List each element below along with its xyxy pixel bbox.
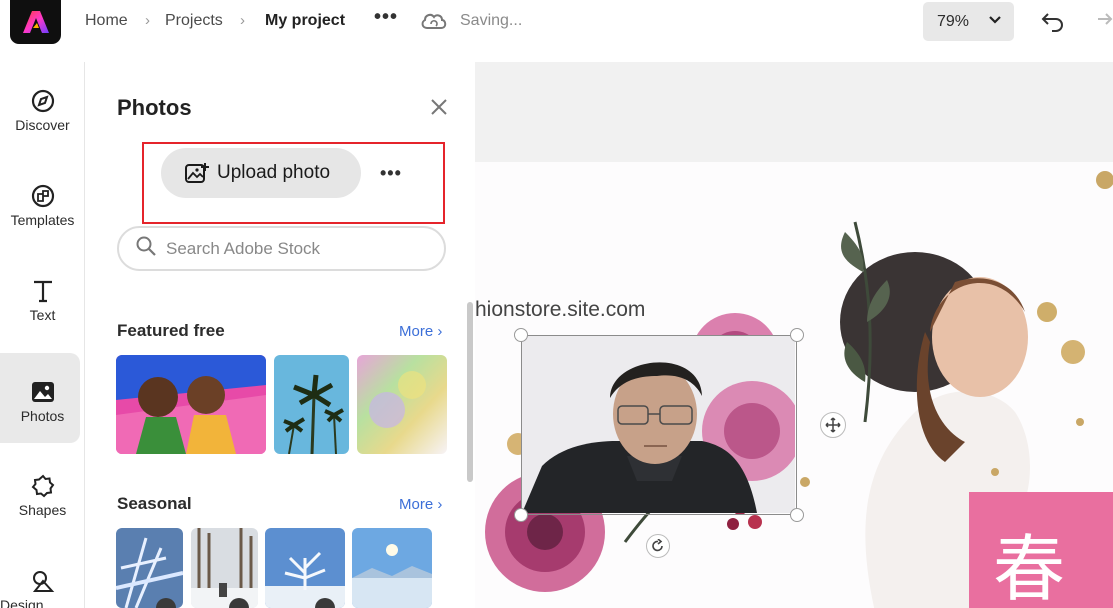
photo-thumbnail[interactable] (352, 528, 432, 608)
spring-character[interactable]: 春 (993, 510, 1065, 608)
seasonal-more-link[interactable]: More › (399, 496, 442, 513)
rail-item-photos[interactable]: Photos (0, 353, 85, 443)
photo-icon (31, 379, 55, 405)
upload-image-icon (185, 162, 209, 184)
design-page[interactable]: hionstore.site.com 春 (475, 162, 1113, 608)
person-photo (522, 336, 795, 513)
compass-icon (31, 88, 55, 114)
canvas-area: hionstore.site.com 春 (475, 62, 1113, 608)
search-icon (136, 236, 156, 261)
design-assets-icon (31, 568, 55, 594)
section-title-featured: Featured free (117, 321, 225, 340)
more-link-label: More (399, 496, 434, 513)
stock-search-field[interactable] (117, 226, 446, 271)
shapes-icon (31, 473, 55, 499)
rail-item-design-assets[interactable]: Design assets (0, 542, 85, 608)
rotate-icon[interactable] (646, 534, 670, 558)
search-input[interactable] (166, 238, 426, 259)
more-link-label: More (399, 323, 434, 340)
photo-thumbnail[interactable] (265, 528, 345, 608)
resize-handle[interactable] (514, 328, 528, 342)
rail-item-text[interactable]: Text (0, 252, 85, 342)
selected-photo[interactable] (521, 335, 797, 515)
text-icon (32, 278, 54, 304)
photo-thumbnail[interactable] (274, 355, 349, 454)
rail-item-discover[interactable]: Discover (0, 62, 85, 152)
adobe-express-logo[interactable] (10, 0, 61, 44)
redo-icon[interactable] (1092, 9, 1113, 38)
rail-item-templates[interactable]: Templates (0, 157, 85, 247)
photo-thumbnail[interactable] (116, 528, 183, 608)
resize-handle[interactable] (790, 328, 804, 342)
zoom-value: 79% (937, 12, 970, 30)
more-options-icon[interactable]: ••• (374, 6, 398, 29)
cloud-sync-icon (420, 10, 448, 37)
undo-icon[interactable] (1040, 9, 1066, 38)
rail-item-label: Text (29, 307, 56, 323)
site-url-text[interactable]: hionstore.site.com (475, 298, 645, 322)
rail-item-label: Shapes (18, 502, 67, 518)
rail-item-shapes[interactable]: Shapes (0, 447, 85, 537)
chevron-right-icon: › (240, 12, 245, 29)
photo-thumbnail[interactable] (116, 355, 266, 454)
rail-item-label: Templates (10, 212, 75, 228)
chevron-right-icon: › (145, 12, 150, 29)
panel-scrollbar[interactable] (467, 302, 473, 482)
save-status: Saving... (460, 12, 523, 29)
breadcrumb-projects[interactable]: Projects (165, 12, 223, 30)
upload-photo-label: Upload photo (217, 162, 331, 183)
close-icon[interactable] (429, 97, 449, 122)
left-rail: Discover Templates Text Photos Shapes De… (0, 62, 85, 608)
top-bar: Home › Projects › My project ••• Saving.… (0, 0, 1113, 44)
rail-item-label: Photos (20, 408, 65, 424)
move-icon[interactable] (820, 412, 846, 438)
section-title-seasonal: Seasonal (117, 494, 192, 513)
zoom-dropdown[interactable]: 79% (923, 2, 1014, 41)
featured-more-link[interactable]: More › (399, 323, 442, 340)
breadcrumb-current-project[interactable]: My project (265, 12, 345, 30)
rail-item-label: Discover (15, 117, 70, 133)
upload-photo-button[interactable]: Upload photo (161, 148, 361, 198)
more-options-icon[interactable]: ••• (380, 163, 402, 184)
photo-thumbnail[interactable] (191, 528, 258, 608)
templates-icon (31, 183, 55, 209)
resize-handle[interactable] (514, 508, 528, 522)
photos-panel: Photos Upload photo ••• Featured free Mo… (86, 62, 475, 608)
resize-handle[interactable] (790, 508, 804, 522)
panel-title: Photos (117, 95, 192, 120)
chevron-down-icon (988, 13, 1002, 32)
breadcrumb-home[interactable]: Home (85, 12, 128, 30)
rail-item-label: Design assets (0, 597, 44, 608)
photo-thumbnail[interactable] (357, 355, 447, 454)
